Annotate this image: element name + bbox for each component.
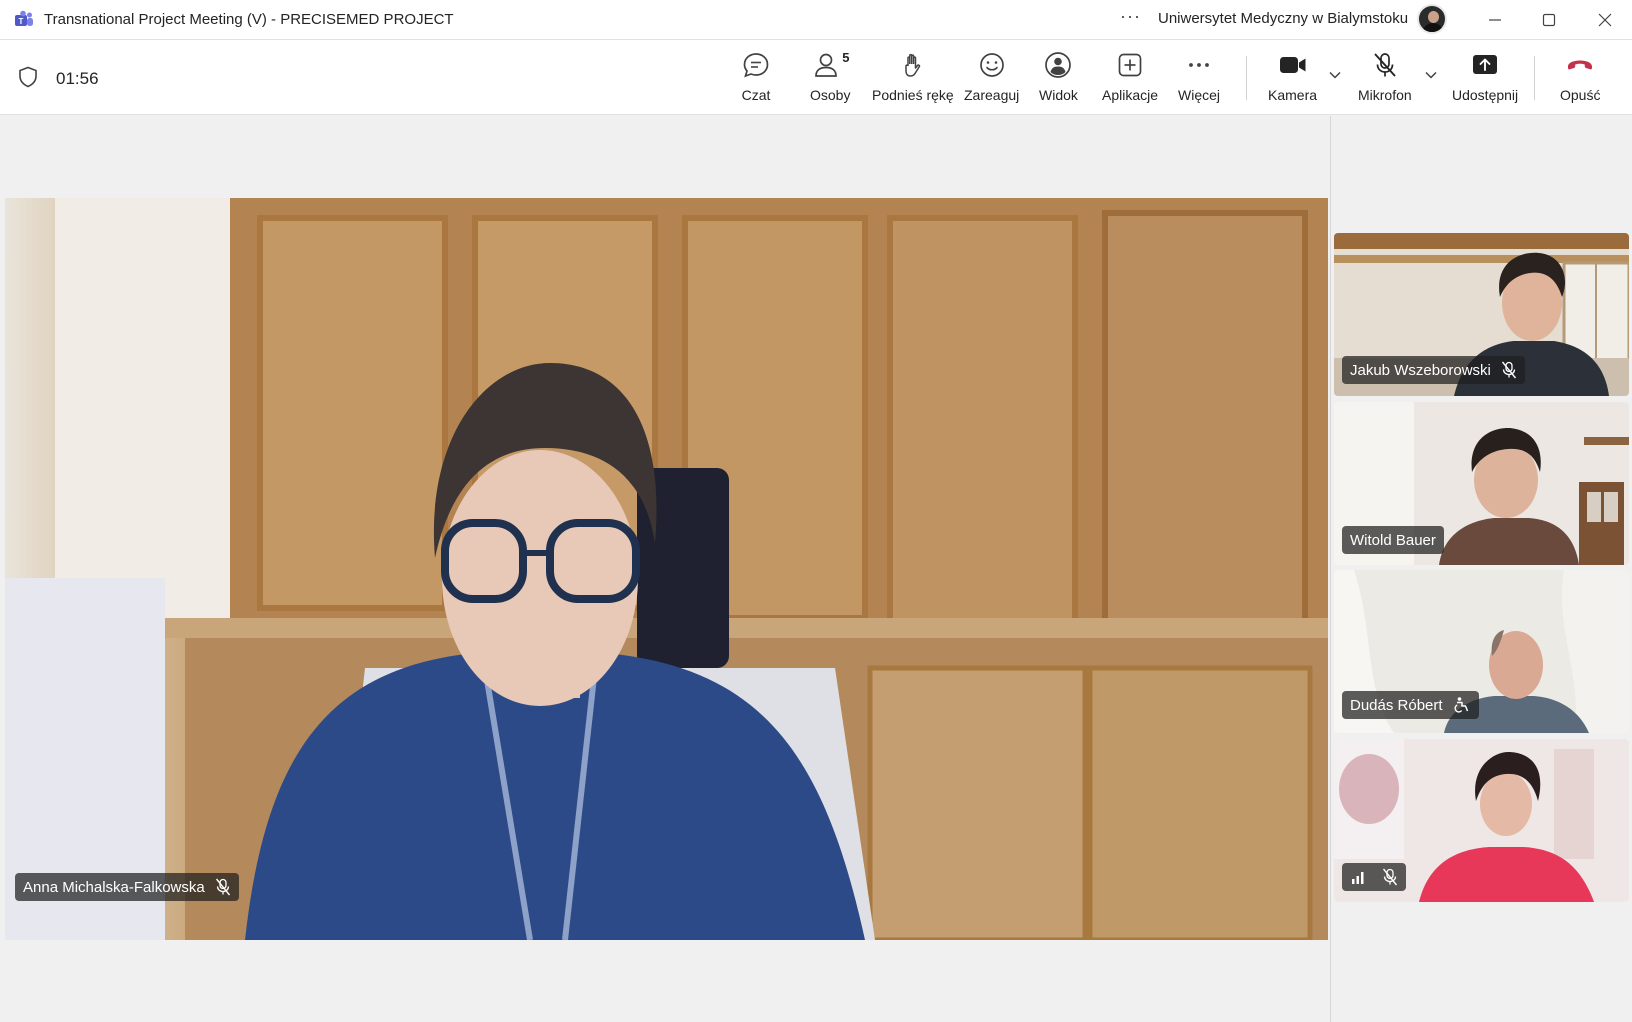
raise-hand-button[interactable]: Podnieś rękę — [872, 50, 954, 108]
shield-icon[interactable] — [18, 66, 38, 88]
signal-bars-icon — [1352, 872, 1364, 884]
leave-label: Opuść — [1560, 87, 1601, 103]
teams-logo-icon: T — [15, 10, 33, 26]
ellipsis-icon[interactable]: ··· — [1120, 6, 1141, 27]
avatar[interactable] — [1417, 4, 1447, 34]
people-icon: 5 — [814, 50, 850, 80]
microphone-label: Mikrofon — [1358, 87, 1412, 103]
view-button[interactable]: Widok — [1039, 50, 1078, 108]
apps-button[interactable]: Aplikacje — [1102, 50, 1158, 108]
people-label: Osoby — [810, 87, 851, 103]
more-label: Więcej — [1178, 87, 1221, 103]
more-icon — [1183, 50, 1215, 80]
accessibility-icon — [1454, 697, 1468, 713]
chat-icon — [740, 50, 772, 80]
participant-tile[interactable]: Witold Bauer — [1334, 402, 1629, 565]
participant-tile[interactable] — [1334, 739, 1629, 902]
main-speaker-nametag: Anna Michalska-Falkowska — [15, 873, 239, 901]
view-label: Widok — [1039, 87, 1078, 103]
participant-name: Witold Bauer — [1350, 531, 1436, 549]
chat-label: Czat — [741, 87, 771, 103]
participant-nametag: Jakub Wszeborowski — [1342, 356, 1525, 384]
camera-button[interactable]: Kamera — [1268, 50, 1317, 108]
window-title: Transnational Project Meeting (V) - PREC… — [44, 11, 454, 28]
mic-muted-icon — [1382, 868, 1398, 886]
organization-name[interactable]: Uniwersytet Medyczny w Bialymstoku — [1158, 10, 1408, 27]
react-label: Zareaguj — [964, 87, 1020, 103]
camera-options-chevron-down-icon[interactable] — [1328, 70, 1342, 80]
toolbar-divider — [1246, 56, 1247, 100]
chat-button[interactable]: Czat — [740, 50, 772, 108]
people-button[interactable]: 5 Osoby — [810, 50, 850, 108]
apps-label: Aplikacje — [1102, 87, 1159, 103]
meeting-toolbar: 01:56 Czat 5 Osoby Podnieś rękę Zareaguj… — [0, 40, 1632, 115]
view-icon — [1042, 50, 1074, 80]
react-button[interactable]: Zareaguj — [964, 50, 1019, 108]
close-icon[interactable] — [1592, 8, 1618, 32]
more-button[interactable]: Więcej — [1178, 50, 1220, 108]
mic-muted-icon — [1501, 361, 1516, 379]
add-app-icon — [1114, 50, 1146, 80]
participant-nametag: Witold Bauer — [1342, 526, 1444, 554]
participant-name: Dudás Róbert — [1350, 696, 1443, 714]
participant-name: Jakub Wszeborowski — [1350, 361, 1491, 379]
toolbar-divider — [1534, 56, 1535, 100]
participant-nametag: Dudás Róbert — [1342, 691, 1479, 719]
people-count: 5 — [842, 50, 850, 65]
leave-button[interactable]: Opuść — [1560, 50, 1600, 108]
main-video-feed[interactable]: Anna Michalska-Falkowska — [5, 198, 1328, 940]
svg-text:T: T — [19, 17, 24, 26]
share-button[interactable]: Udostępnij — [1452, 50, 1518, 108]
raise-hand-label: Podnieś rękę — [872, 87, 954, 103]
video-frame-image — [5, 198, 1328, 940]
camera-label: Kamera — [1268, 87, 1318, 103]
title-bar: T Transnational Project Meeting (V) - PR… — [0, 0, 1632, 40]
hand-icon — [897, 50, 929, 80]
participant-name: Anna Michalska-Falkowska — [23, 878, 205, 896]
mic-options-chevron-down-icon[interactable] — [1424, 70, 1438, 80]
camera-icon — [1277, 50, 1309, 80]
hang-up-icon — [1564, 50, 1596, 80]
maximize-icon[interactable] — [1536, 8, 1562, 32]
participant-tile[interactable]: Dudás Róbert — [1334, 570, 1629, 733]
mic-muted-icon — [215, 878, 230, 896]
share-screen-icon — [1469, 50, 1501, 80]
meeting-timer: 01:56 — [56, 69, 99, 88]
participant-nametag — [1342, 863, 1406, 891]
share-label: Udostępnij — [1452, 87, 1519, 103]
smiley-icon — [976, 50, 1008, 80]
minimize-icon[interactable] — [1482, 8, 1508, 32]
microphone-button[interactable]: Mikrofon — [1358, 50, 1412, 108]
participant-tile[interactable]: Jakub Wszeborowski — [1334, 233, 1629, 396]
mic-off-icon — [1369, 50, 1401, 80]
